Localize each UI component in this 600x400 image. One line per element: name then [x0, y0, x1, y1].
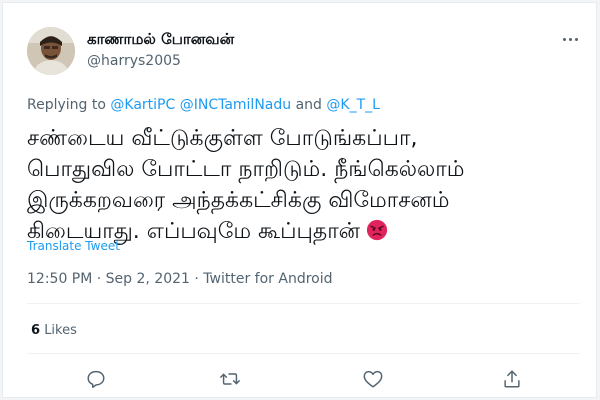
username-handle[interactable]: @harrys2005	[87, 53, 181, 69]
avatar[interactable]	[27, 27, 75, 75]
translate-tweet-link[interactable]: Translate Tweet	[27, 239, 120, 253]
profile-photo-icon	[27, 27, 75, 75]
angry-face-icon	[366, 219, 388, 241]
tweet-timestamp[interactable]: 12:50 PM · Sep 2, 2021 · Twitter for And…	[27, 271, 333, 287]
tweet-text-line: பொதுவில போட்டா நாறிடும். நீங்கெல்லாம்	[27, 157, 465, 182]
likes-number: 6	[31, 323, 41, 338]
tweet-text-line: இருக்கறவரை அந்தக்கட்சிக்கு விமோசனம்	[27, 188, 450, 213]
tweet-text: சண்டைய வீட்டுக்குள்ள போடுங்கப்பா, பொதுவி…	[27, 123, 577, 247]
reply-icon[interactable]	[85, 368, 107, 390]
replying-to: Replying to @KartiPC @INCTamilNadu and @…	[27, 97, 380, 113]
likes-count[interactable]: 6 Likes	[31, 323, 77, 338]
more-options-icon[interactable]	[561, 33, 581, 47]
tweet-card: காணாமல் போனவன் @harrys2005 Replying to @…	[2, 2, 597, 398]
replying-to-label: Replying to	[27, 97, 106, 113]
retweet-icon[interactable]	[219, 368, 241, 390]
mention-link[interactable]: @K_T_L	[326, 97, 380, 113]
mention-link[interactable]: @INCTamilNadu	[180, 97, 291, 113]
divider	[27, 303, 580, 304]
display-name[interactable]: காணாமல் போனவன்	[87, 30, 234, 50]
share-icon[interactable]	[501, 368, 523, 390]
replying-joiner: and	[295, 97, 322, 113]
likes-label: Likes	[44, 323, 77, 338]
divider	[27, 353, 580, 354]
mention-link[interactable]: @KartiPC	[110, 97, 175, 113]
like-icon[interactable]	[362, 368, 384, 390]
tweet-text-line: சண்டைய வீட்டுக்குள்ள போடுங்கப்பா,	[27, 126, 418, 151]
